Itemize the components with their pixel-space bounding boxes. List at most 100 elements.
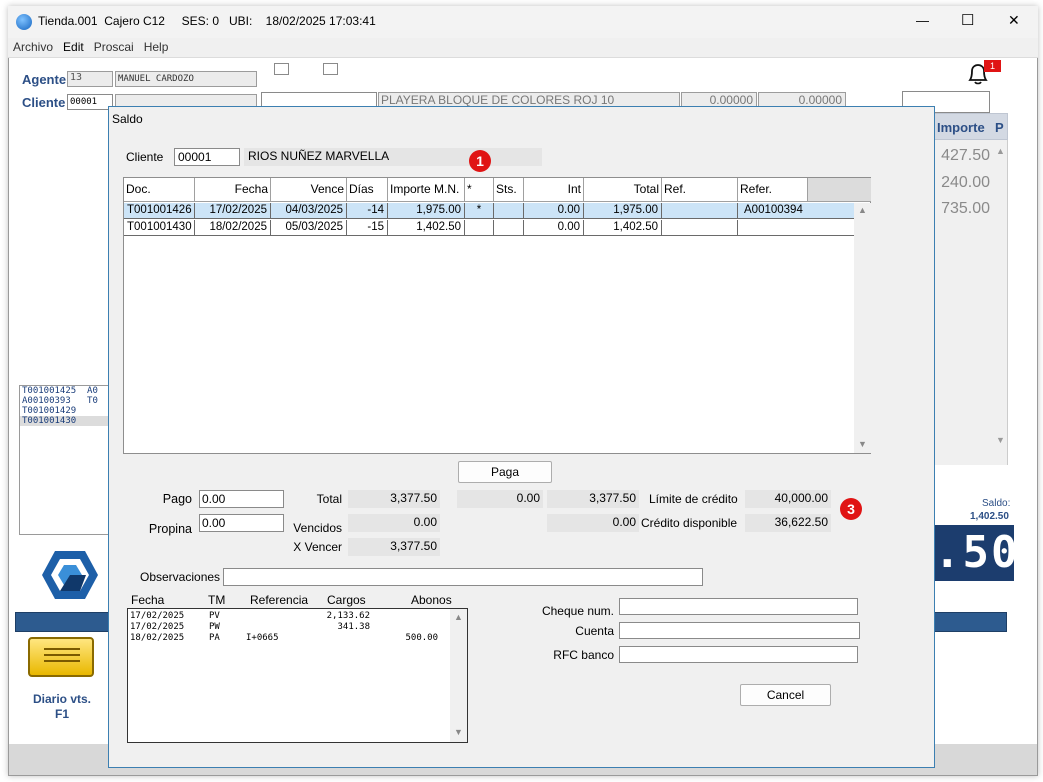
title-bar[interactable]: Tienda.001 Cajero C12 SES: 0 UBI: 18/02/…	[8, 6, 1038, 38]
importe-row-3: 735.00	[941, 200, 990, 217]
col-header-filler	[808, 178, 871, 202]
total-label: Total	[316, 492, 342, 506]
cell-star: *	[465, 203, 494, 219]
cell-doc: T001001426	[124, 203, 195, 219]
mov-header-tm: TM	[208, 593, 226, 607]
list-item[interactable]: A00100393 T0	[20, 396, 108, 406]
cell-ref	[662, 220, 738, 236]
menu-edit[interactable]: Edit	[58, 38, 89, 56]
cell-total: 1,975.00	[584, 203, 662, 219]
importe-row-2: 240.00	[941, 174, 990, 191]
mov-header-fecha: Fecha	[131, 593, 165, 607]
xvencer-value: 3,377.50	[348, 538, 440, 556]
diario-icon	[28, 637, 94, 677]
vencidos-right-value: 0.00	[547, 514, 639, 532]
limite-value: 40,000.00	[745, 490, 831, 508]
menu-bar: Archivo Edit Proscai Help	[8, 38, 1038, 58]
col-header-dias[interactable]: Días	[347, 178, 388, 202]
propina-input[interactable]: 0.00	[199, 514, 284, 532]
checkbox-1[interactable]	[274, 63, 289, 75]
bg-scroll-up-icon[interactable]: ▲	[996, 146, 1005, 156]
vencidos-value: 0.00	[348, 514, 440, 532]
scroll-up-icon[interactable]: ▲	[858, 205, 867, 215]
cell-sts	[494, 220, 524, 236]
mov-scroll-down-icon[interactable]: ▼	[454, 727, 463, 737]
bg-scroll-down-icon[interactable]: ▼	[996, 435, 1005, 445]
list-item[interactable]: 18/02/2025 PA I+0665 500.00	[130, 633, 450, 644]
cell-refer: A00100394	[744, 204, 803, 216]
col-header-ref[interactable]: Ref.	[662, 178, 738, 202]
cell-importe: 1,402.50	[388, 220, 465, 236]
col-header-doc[interactable]: Doc.	[124, 178, 195, 202]
cliente-label: Cliente	[126, 150, 164, 164]
col-header-total[interactable]: Total	[584, 178, 662, 202]
side-doc-list[interactable]: T001001425 A0 A00100393 T0 T001001429 T0…	[19, 385, 109, 535]
cliente-name-field: RIOS NUÑEZ MARVELLA	[244, 148, 542, 166]
cell-importe: 1,975.00	[388, 203, 465, 219]
cliente-label-bg: Cliente	[22, 95, 66, 110]
cliente-code-field-bg[interactable]: 00001	[67, 94, 113, 110]
cuenta-input[interactable]	[619, 622, 860, 639]
col-header-importe[interactable]: Importe M.N.	[388, 178, 465, 202]
cell-int: 0.00	[524, 220, 584, 236]
diario-ventas-button[interactable]	[24, 635, 98, 685]
scroll-down-icon[interactable]: ▼	[858, 439, 867, 449]
list-item[interactable]: T001001430	[20, 416, 108, 426]
list-item[interactable]: 17/02/2025 PV 2,133.62	[130, 611, 450, 622]
total-value: 3,377.50	[348, 490, 440, 508]
col-header-vence[interactable]: Vence	[271, 178, 347, 202]
total-right-value: 3,377.50	[547, 490, 639, 508]
mov-header-cargos: Cargos	[327, 593, 366, 607]
cell-star	[465, 220, 494, 236]
cancel-button[interactable]: Cancel	[740, 684, 831, 706]
minimize-button[interactable]: —	[916, 13, 929, 28]
col-header-int[interactable]: Int	[524, 178, 584, 202]
badge-3: 3	[840, 498, 862, 520]
col-header-star[interactable]: *	[465, 178, 494, 202]
limite-label: Límite de crédito	[649, 492, 738, 506]
cell-vence: 04/03/2025	[271, 203, 347, 219]
list-item[interactable]: T001001425 A0	[20, 386, 108, 396]
cell-total: 1,402.50	[584, 220, 662, 236]
mov-header-abonos: Abonos	[411, 593, 452, 607]
credito-value: 36,622.50	[745, 514, 831, 532]
checkbox-2[interactable]	[323, 63, 338, 75]
cell-refer	[738, 220, 854, 236]
table-row[interactable]: T001001430 18/02/2025 05/03/2025 -15 1,4…	[124, 220, 854, 236]
menu-proscai[interactable]: Proscai	[89, 38, 139, 56]
paga-button[interactable]: Paga	[458, 461, 552, 483]
cell-int: 0.00	[524, 203, 584, 219]
col-header-sts[interactable]: Sts.	[494, 178, 524, 202]
agente-label: Agente	[22, 72, 67, 87]
close-button[interactable]: ✕	[1008, 12, 1020, 29]
mov-scrollbar[interactable]: ▲ ▼	[450, 609, 467, 742]
col-header-refer[interactable]: Refer.	[738, 178, 808, 202]
grid-scrollbar[interactable]: ▲ ▼	[854, 203, 871, 453]
diario-key: F1	[54, 707, 69, 721]
pago-input[interactable]: 0.00	[199, 490, 284, 508]
observaciones-input[interactable]	[223, 568, 703, 586]
movements-list[interactable]: 17/02/2025 PV 2,133.62 17/02/2025 PW 341…	[127, 608, 468, 743]
cell-dias: -14	[347, 203, 388, 219]
maximize-button[interactable]: ☐	[961, 11, 974, 29]
notification-badge: 1	[984, 60, 1001, 72]
propina-label: Propina	[148, 522, 192, 536]
p-header: P	[995, 120, 1004, 135]
mov-scroll-up-icon[interactable]: ▲	[454, 612, 463, 622]
importe-header: Importe	[937, 120, 985, 135]
window-title: Tienda.001 Cajero C12 SES: 0 UBI: 18/02/…	[38, 14, 376, 28]
agente-code-field[interactable]: 13	[67, 71, 113, 87]
list-item[interactable]: 17/02/2025 PW 341.38	[130, 622, 450, 633]
cliente-code-input[interactable]: 00001	[174, 148, 240, 166]
col-header-fecha[interactable]: Fecha	[195, 178, 271, 202]
rfc-input[interactable]	[619, 646, 858, 663]
list-item[interactable]: T001001429	[20, 406, 108, 416]
total-mid-value: 0.00	[457, 490, 543, 508]
mov-header-referencia: Referencia	[250, 593, 309, 607]
menu-archivo[interactable]: Archivo	[8, 38, 58, 56]
cell-doc: T001001430	[124, 220, 195, 236]
menu-help[interactable]: Help	[139, 38, 174, 56]
table-row[interactable]: T001001426 17/02/2025 04/03/2025 -14 1,9…	[124, 203, 854, 219]
cheque-input[interactable]	[619, 598, 858, 615]
app-globe-icon	[16, 14, 32, 30]
